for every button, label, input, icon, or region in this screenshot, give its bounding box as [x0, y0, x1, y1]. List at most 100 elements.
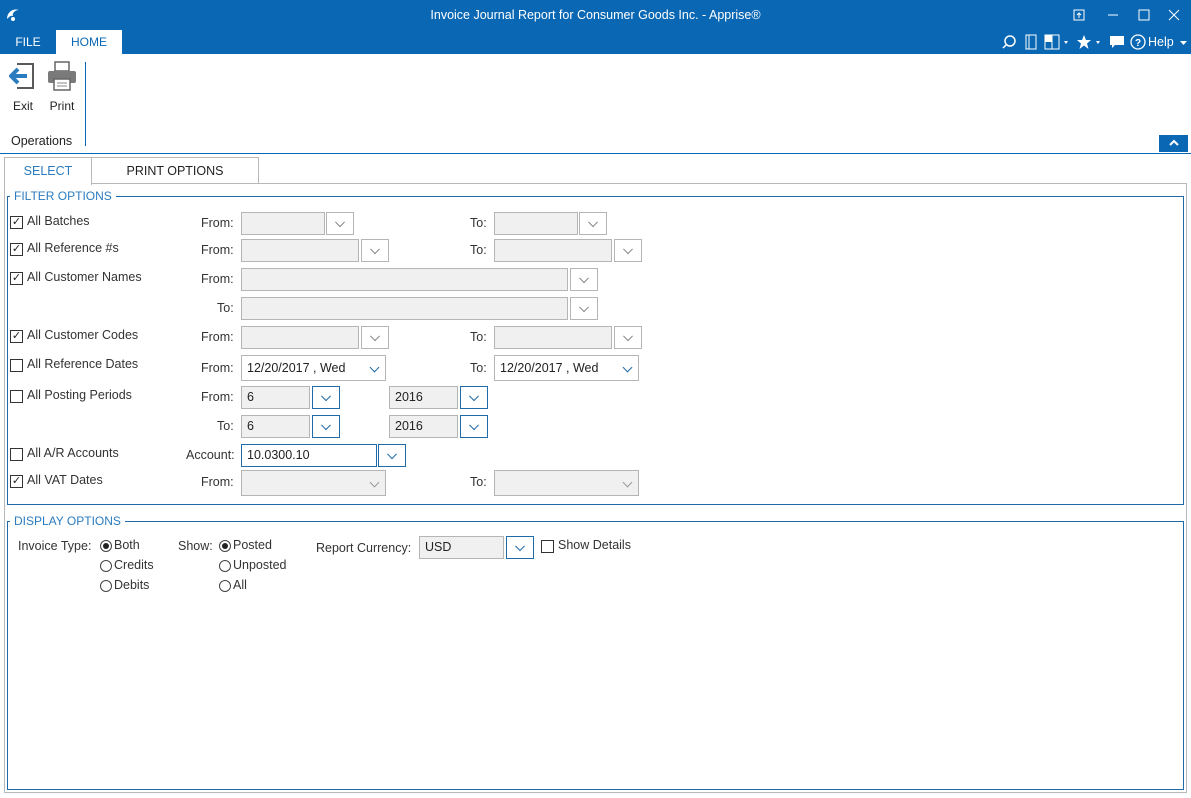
period-to-field[interactable]: 6 — [241, 415, 310, 438]
customer-names-from-dropdown[interactable] — [570, 268, 598, 291]
chevron-down-icon — [515, 540, 525, 551]
chevron-down-icon — [579, 301, 589, 312]
all-reference-dates-checkbox[interactable] — [10, 359, 23, 372]
batches-to-field[interactable] — [494, 212, 578, 235]
chevron-down-icon — [469, 390, 479, 401]
report-currency-label: Report Currency: — [316, 541, 412, 555]
display-options-title: DISPLAY OPTIONS — [10, 514, 125, 528]
reference-to-field[interactable] — [494, 239, 612, 262]
reference-from-field[interactable] — [241, 239, 359, 262]
invoice-type-debits-radio[interactable] — [100, 580, 112, 592]
all-batches-checkbox[interactable]: ✓ — [10, 216, 23, 229]
period-from-dropdown[interactable] — [312, 386, 340, 409]
period-from-field[interactable]: 6 — [241, 386, 310, 409]
ref-dates-from-label: From: — [201, 361, 234, 375]
reference-to-dropdown[interactable] — [614, 239, 642, 262]
operations-group-label: Operations — [11, 134, 73, 148]
ref-date-from-picker[interactable]: 12/20/2017 , Wed — [241, 355, 386, 381]
all-customer-codes-checkbox[interactable]: ✓ — [10, 330, 23, 343]
help-dropdown-icon[interactable] — [1178, 34, 1190, 50]
report-currency-field[interactable]: USD — [419, 536, 504, 559]
show-posted-radio[interactable] — [219, 540, 231, 552]
show-details-label: Show Details — [558, 538, 631, 552]
print-label: Print — [49, 99, 75, 113]
search-icon[interactable] — [1000, 34, 1018, 50]
chevron-down-icon — [469, 419, 479, 430]
close-button[interactable] — [1165, 6, 1183, 24]
report-currency-dropdown[interactable] — [506, 536, 534, 559]
all-ar-accounts-checkbox[interactable] — [10, 448, 23, 461]
vat-date-from-picker[interactable] — [241, 470, 386, 496]
panel-icon[interactable] — [1022, 34, 1040, 50]
tab-file[interactable]: FILE — [0, 30, 56, 54]
tab-home[interactable]: HOME — [56, 30, 122, 54]
batches-from-dropdown[interactable] — [326, 212, 354, 235]
batches-from-field[interactable] — [241, 212, 325, 235]
comment-icon[interactable] — [1107, 34, 1127, 50]
show-label: Show: — [178, 539, 213, 553]
year-to-dropdown[interactable] — [460, 415, 488, 438]
exit-button[interactable]: Exit — [5, 60, 41, 113]
customer-names-to-dropdown[interactable] — [570, 297, 598, 320]
year-from-field[interactable]: 2016 — [389, 386, 458, 409]
chevron-down-icon — [370, 243, 380, 254]
batches-from-label: From: — [201, 216, 234, 230]
customer-names-to-field[interactable] — [241, 297, 568, 320]
all-customer-names-checkbox[interactable]: ✓ — [10, 272, 23, 285]
account-field[interactable]: 10.0300.10 — [241, 444, 377, 467]
customer-codes-from-dropdown[interactable] — [361, 326, 389, 349]
chevron-down-icon — [335, 216, 345, 227]
customer-names-from-field[interactable] — [241, 268, 568, 291]
invoice-type-credits-radio[interactable] — [100, 560, 112, 572]
invoice-type-label: Invoice Type: — [18, 539, 92, 553]
vat-dates-to-label: To: — [470, 475, 487, 489]
chevron-down-icon — [369, 362, 380, 373]
restore-down-icon[interactable] — [1070, 6, 1088, 24]
all-reference-numbers-checkbox[interactable]: ✓ — [10, 243, 23, 256]
ref-date-to-picker[interactable]: 12/20/2017 , Wed — [494, 355, 639, 381]
show-unposted-radio[interactable] — [219, 560, 231, 572]
tab-print-options[interactable]: PRINT OPTIONS — [91, 157, 259, 184]
all-reference-numbers-label: All Reference #s — [27, 241, 119, 255]
all-vat-dates-checkbox[interactable]: ✓ — [10, 475, 23, 488]
ref-date-from-value: 12/20/2017 , Wed — [247, 361, 346, 375]
print-button[interactable]: Print — [44, 60, 80, 113]
show-all-label: All — [233, 578, 247, 592]
all-reference-dates-label: All Reference Dates — [27, 357, 139, 371]
batches-to-dropdown[interactable] — [579, 212, 607, 235]
customer-codes-to-field[interactable] — [494, 326, 612, 349]
chevron-down-icon — [588, 216, 598, 227]
chevron-down-icon — [623, 330, 633, 341]
layout-icon[interactable] — [1043, 34, 1073, 50]
ref-dates-to-label: To: — [470, 361, 487, 375]
show-all-radio[interactable] — [219, 580, 231, 592]
reference-from-dropdown[interactable] — [361, 239, 389, 262]
star-icon[interactable] — [1075, 34, 1105, 50]
account-label: Account: — [186, 448, 235, 462]
show-details-checkbox[interactable] — [541, 540, 554, 553]
maximize-button[interactable] — [1135, 6, 1153, 24]
account-dropdown[interactable] — [378, 444, 406, 467]
title-bar: Invoice Journal Report for Consumer Good… — [0, 0, 1191, 30]
vat-dates-from-label: From: — [201, 475, 234, 489]
invoice-type-credits-label: Credits — [114, 558, 154, 572]
help-label[interactable]: Help — [1148, 34, 1178, 50]
reference-from-label: From: — [201, 243, 234, 257]
svg-text:?: ? — [1135, 38, 1141, 49]
all-vat-dates-label: All VAT Dates — [27, 473, 103, 487]
customer-codes-to-dropdown[interactable] — [614, 326, 642, 349]
year-to-field[interactable]: 2016 — [389, 415, 458, 438]
year-from-dropdown[interactable] — [460, 386, 488, 409]
vat-date-to-picker[interactable] — [494, 470, 639, 496]
tab-select[interactable]: SELECT — [4, 157, 92, 185]
collapse-ribbon-button[interactable] — [1159, 135, 1188, 152]
customer-codes-from-field[interactable] — [241, 326, 359, 349]
invoice-type-both-radio[interactable] — [100, 540, 112, 552]
window-title: Invoice Journal Report for Consumer Good… — [430, 8, 761, 22]
period-to-dropdown[interactable] — [312, 415, 340, 438]
help-icon[interactable]: ? — [1129, 34, 1147, 50]
minimize-button[interactable] — [1104, 6, 1122, 24]
chevron-down-icon — [387, 448, 397, 459]
all-posting-periods-checkbox[interactable] — [10, 390, 23, 403]
chevron-down-icon — [321, 390, 331, 401]
